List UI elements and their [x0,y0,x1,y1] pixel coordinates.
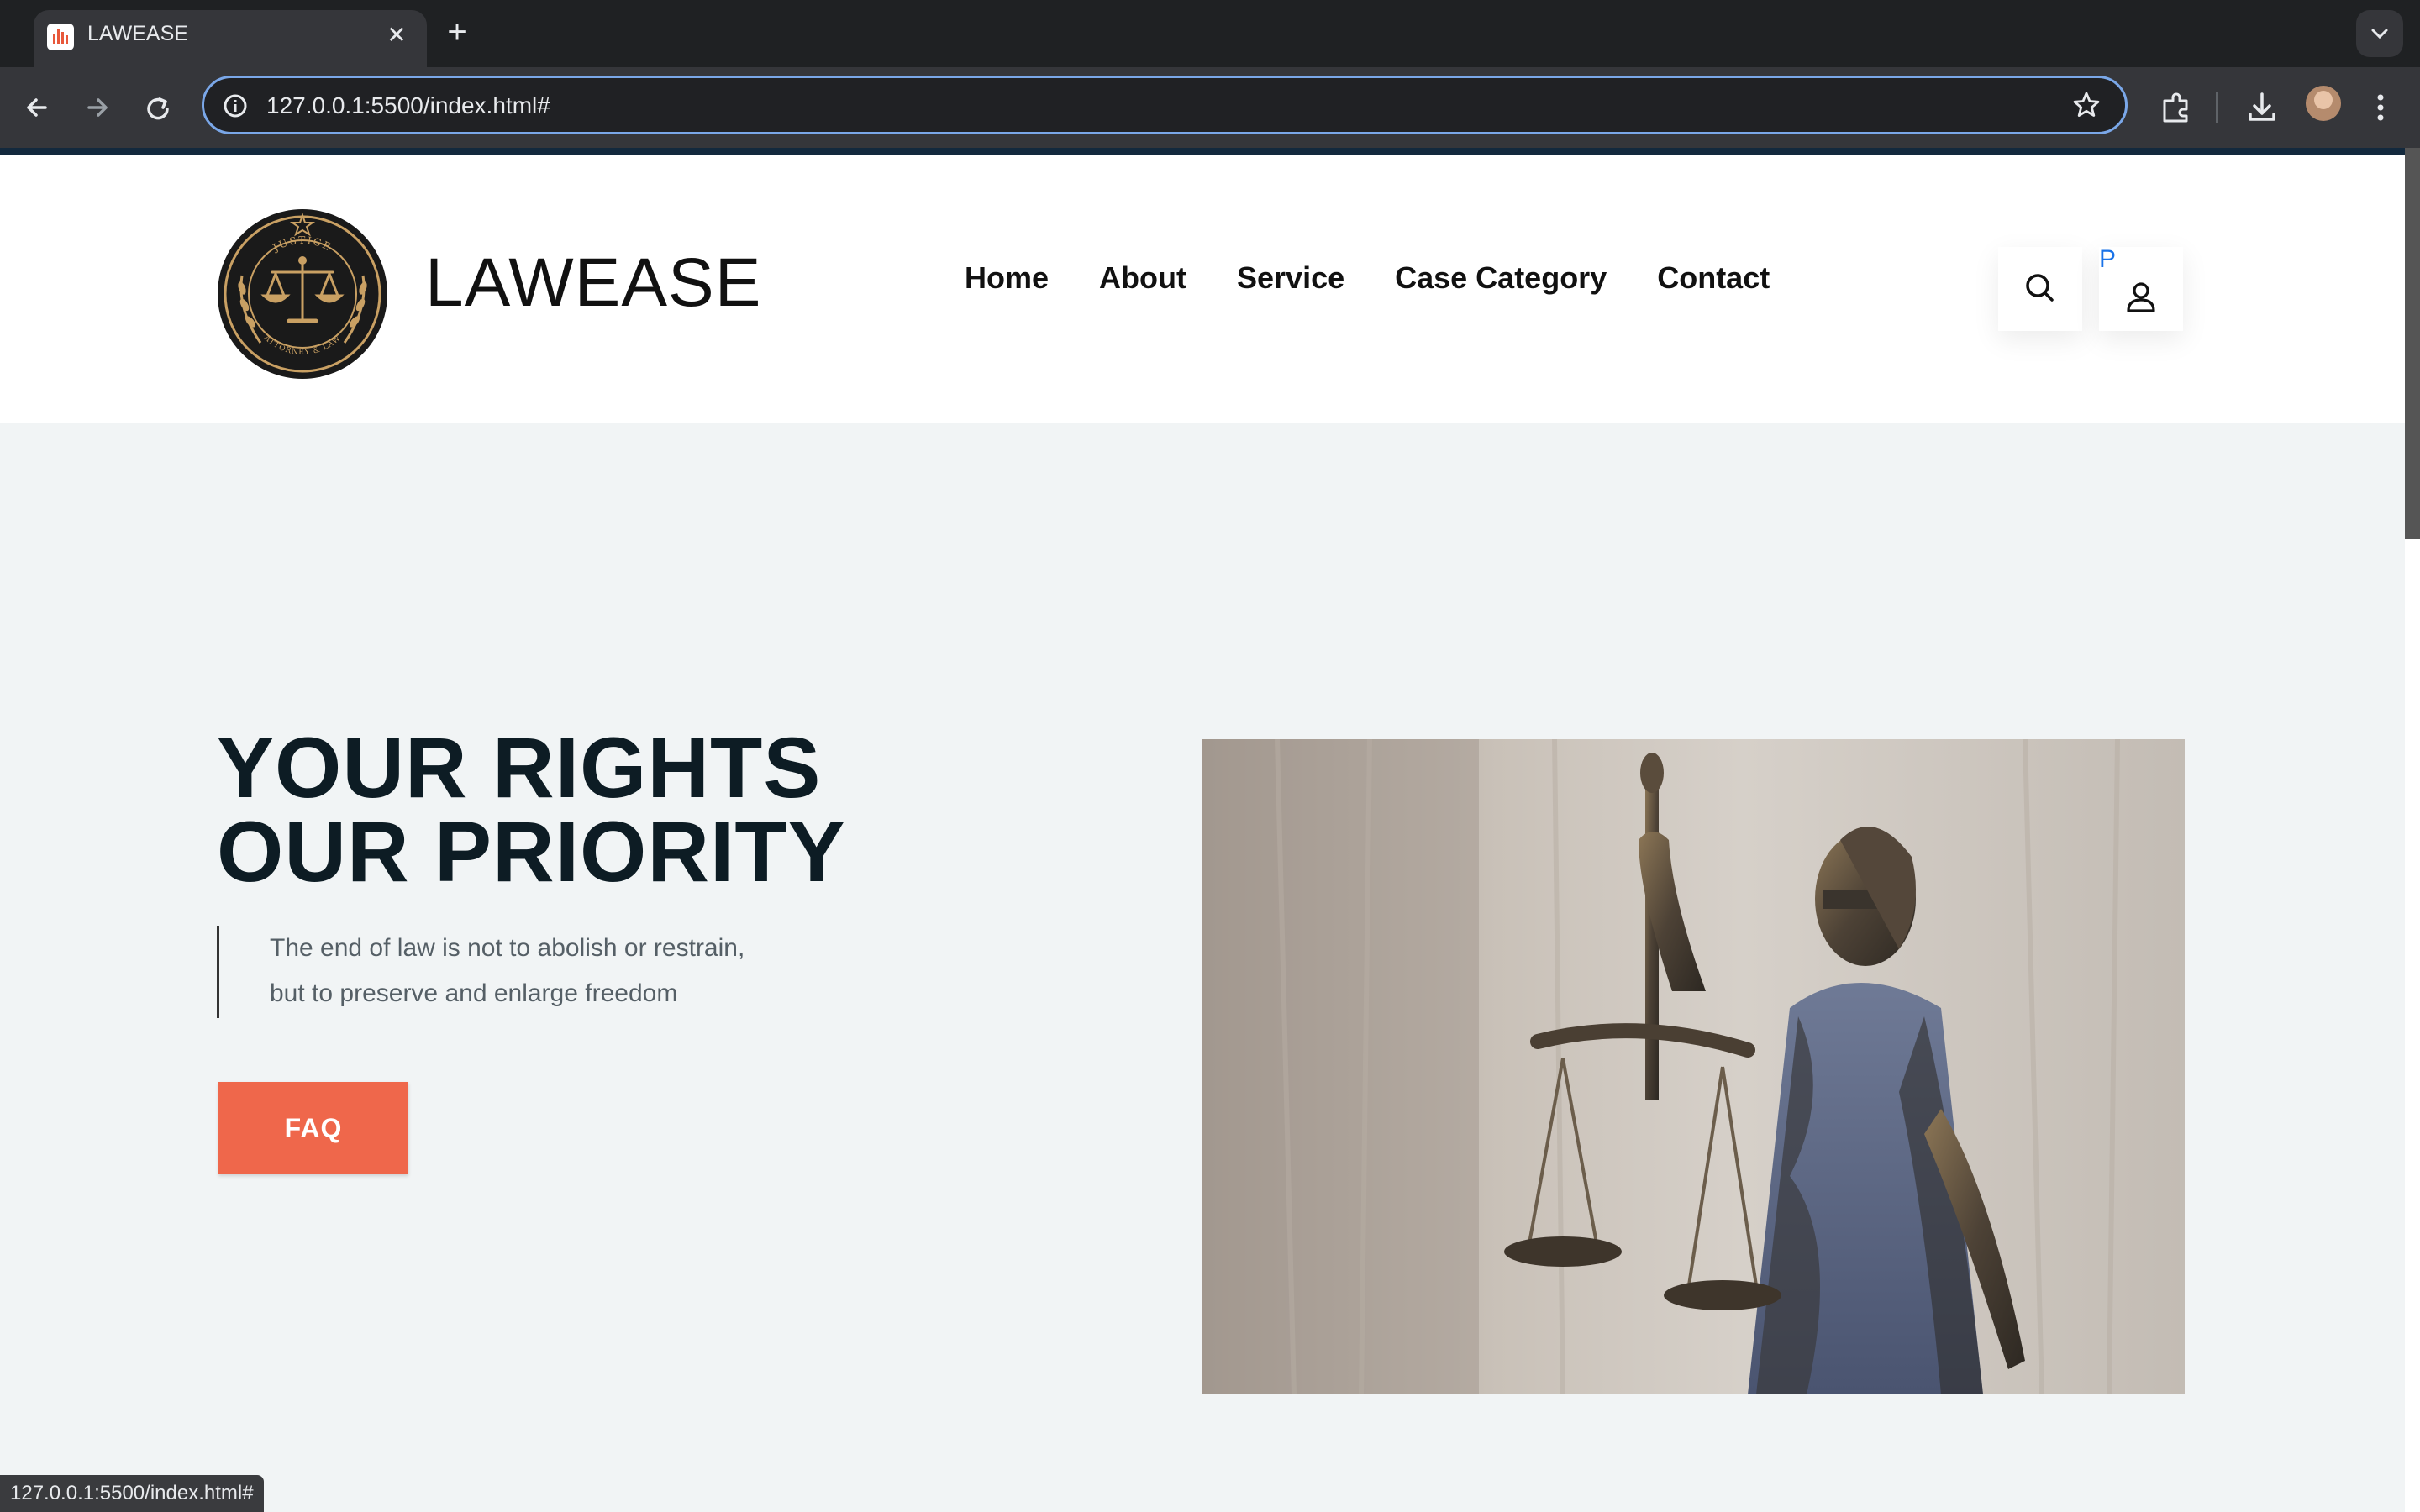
browser-toolbar: 127.0.0.1:5500/index.html# [0,67,2420,148]
browser-tab-strip: LAWEASE ✕ + [0,0,2420,67]
lady-justice-image [1202,739,2185,1394]
tab-search-button[interactable] [2356,10,2403,57]
hero-title-line-2: OUR PRIORITY [217,804,846,900]
brand-name[interactable]: LAWEASE [425,244,761,323]
justice-logo[interactable]: JUSTICE ATTORNEY & LAW [217,208,388,380]
favicon-icon [47,24,74,50]
toolbar-divider [2216,92,2218,123]
hero-quote: The end of law is not to abolish or rest… [217,926,744,1018]
download-icon[interactable] [2242,87,2282,128]
url-text: 127.0.0.1:5500/index.html# [266,92,550,118]
reload-icon [147,97,169,120]
more-menu-icon[interactable] [2368,87,2393,128]
nav-case-category[interactable]: Case Category [1395,260,1607,296]
quote-line-1: The end of law is not to abolish or rest… [270,934,745,962]
site-header: JUSTICE ATTORNEY & LAW LAWEASE Home Abou… [0,155,2405,423]
extensions-icon[interactable] [2156,87,2196,128]
new-tab-button[interactable]: + [439,13,476,50]
quote-line-2: but to preserve and enlarge freedom [270,979,678,1007]
account-button[interactable]: P [2099,245,2183,331]
main-navigation: Home About Service Case Category Contact [965,260,1770,296]
reload-button[interactable] [134,84,182,131]
nav-home[interactable]: Home [965,260,1049,296]
tab-title: LAWEASE [87,22,188,45]
search-icon [2026,274,2054,302]
nav-service[interactable]: Service [1237,260,1344,296]
scrollbar-thumb[interactable] [2405,148,2420,539]
hero-section: YOUR RIGHTS OUR PRIORITY The end of law … [0,423,2405,1440]
back-button[interactable] [13,84,60,131]
page-scrollbar[interactable] [2405,148,2420,1512]
status-bar-url: 127.0.0.1:5500/index.html# [0,1475,264,1512]
profile-avatar[interactable] [2306,86,2341,121]
hero-title: YOUR RIGHTS OUR PRIORITY [217,725,846,895]
arrow-right-icon [87,98,108,117]
nav-contact[interactable]: Contact [1657,260,1770,296]
arrow-left-icon [27,98,47,117]
bookmark-star-icon[interactable] [2071,90,2102,120]
address-bar[interactable]: 127.0.0.1:5500/index.html# [202,76,2128,134]
browser-tab[interactable]: LAWEASE ✕ [34,10,427,67]
site-info-icon[interactable] [221,92,250,120]
hero-title-line-1: YOUR RIGHTS [217,720,822,816]
top-accent-line [0,148,2420,155]
search-button[interactable] [1998,247,2082,331]
forward-button[interactable] [74,84,121,131]
chevron-down-icon [2371,29,2388,39]
page-viewport: JUSTICE ATTORNEY & LAW LAWEASE Home Abou… [0,148,2420,1512]
tab-close-icon[interactable]: ✕ [381,20,412,50]
user-initial: P [2099,245,2117,273]
nav-about[interactable]: About [1099,260,1186,296]
faq-button[interactable]: FAQ [218,1082,408,1174]
